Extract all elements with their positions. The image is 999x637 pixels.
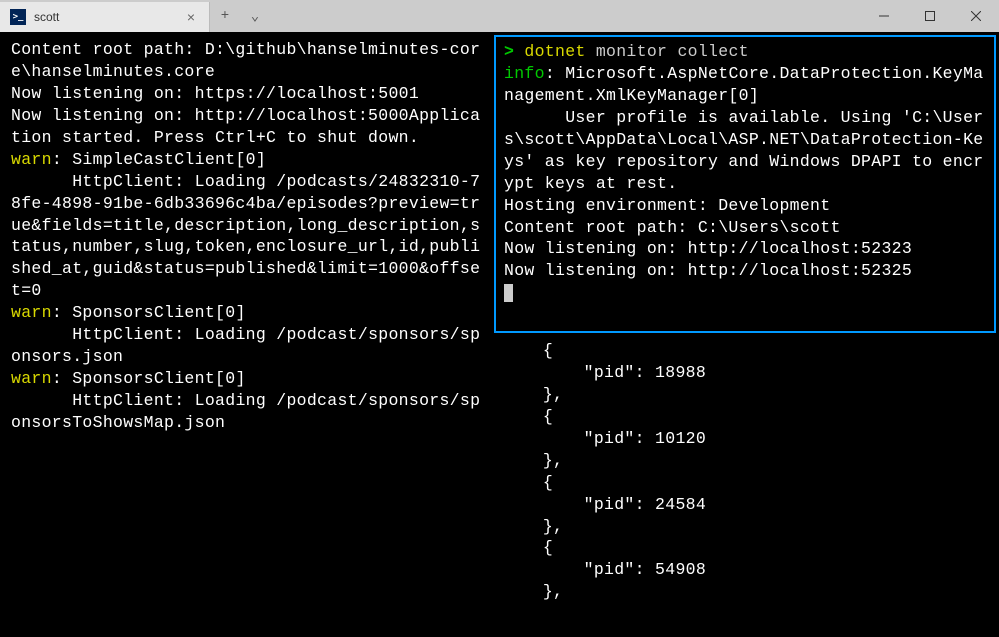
terminal-output: Content root path: C:\Users\scott (504, 217, 986, 239)
terminal-output: Now listening on: http://localhost:52325 (504, 260, 986, 282)
json-output: { (502, 472, 988, 494)
cursor-line (504, 282, 986, 304)
minimize-button[interactable] (861, 0, 907, 32)
text-cursor (504, 284, 513, 302)
log-source: : SponsorsClient[0] (52, 369, 246, 388)
maximize-icon (925, 11, 935, 21)
tab-scott[interactable]: >_ scott × (0, 2, 210, 32)
terminal-output: HttpClient: Loading /podcast/sponsors/sp… (11, 324, 483, 368)
json-output: }, (502, 450, 988, 472)
json-output: }, (502, 581, 988, 603)
right-top-terminal-pane[interactable]: > dotnet monitor collect info: Microsoft… (494, 35, 996, 333)
json-output: { (502, 406, 988, 428)
terminal-output: warn: SimpleCastClient[0] (11, 149, 483, 171)
tab-title: scott (34, 10, 183, 24)
log-level-warn: warn (11, 150, 52, 169)
json-output: "pid": 24584 (502, 494, 988, 516)
terminal-output: Now listening on: https://localhost:5001 (11, 83, 483, 105)
terminal-output: Content root path: D:\github\hanselminut… (11, 39, 483, 83)
log-source: : SponsorsClient[0] (52, 303, 246, 322)
powershell-icon: >_ (10, 9, 26, 25)
maximize-button[interactable] (907, 0, 953, 32)
tab-dropdown-button[interactable]: ⌄ (240, 1, 270, 31)
log-level-warn: warn (11, 369, 52, 388)
terminal-output: Hosting environment: Development (504, 195, 986, 217)
terminal-output: Now listening on: http://localhost:52323 (504, 238, 986, 260)
close-icon[interactable]: × (183, 9, 199, 25)
close-icon (971, 11, 981, 21)
json-output: "pid": 10120 (502, 428, 988, 450)
json-output: "pid": 54908 (502, 559, 988, 581)
prompt-icon: > (504, 42, 514, 61)
terminal-window: >_ scott × + ⌄ Content root path: D:\git… (0, 0, 999, 637)
terminal-output: warn: SponsorsClient[0] (11, 368, 483, 390)
close-button[interactable] (953, 0, 999, 32)
log-source: : SimpleCastClient[0] (52, 150, 266, 169)
terminal-output: User profile is available. Using 'C:\Use… (504, 107, 986, 195)
log-level-warn: warn (11, 303, 52, 322)
titlebar: >_ scott × + ⌄ (0, 0, 999, 32)
terminal-output: HttpClient: Loading /podcasts/24832310-7… (11, 171, 483, 303)
command-args: monitor collect (586, 42, 749, 61)
log-level-info: info (504, 64, 545, 83)
terminal-output: info: Microsoft.AspNetCore.DataProtectio… (504, 63, 986, 107)
json-output: { (502, 340, 988, 362)
command-line: > dotnet monitor collect (504, 41, 986, 63)
json-output: }, (502, 516, 988, 538)
terminal-output: Now listening on: http://localhost:5000A… (11, 105, 483, 149)
left-terminal-pane[interactable]: Content root path: D:\github\hanselminut… (3, 35, 491, 634)
panes-container: Content root path: D:\github\hanselminut… (0, 32, 999, 637)
terminal-output: warn: SponsorsClient[0] (11, 302, 483, 324)
json-output: "pid": 18988 (502, 362, 988, 384)
right-panes: > dotnet monitor collect info: Microsoft… (494, 35, 996, 634)
log-source: : Microsoft.AspNetCore.DataProtection.Ke… (504, 64, 983, 105)
right-bottom-terminal-pane[interactable]: { "pid": 18988 }, { "pid": 10120 }, { "p… (494, 336, 996, 634)
terminal-output: HttpClient: Loading /podcast/sponsors/sp… (11, 390, 483, 434)
json-output: }, (502, 384, 988, 406)
minimize-icon (879, 11, 889, 21)
command-name: dotnet (524, 42, 585, 61)
json-output: { (502, 537, 988, 559)
new-tab-button[interactable]: + (210, 1, 240, 31)
window-controls (861, 0, 999, 32)
